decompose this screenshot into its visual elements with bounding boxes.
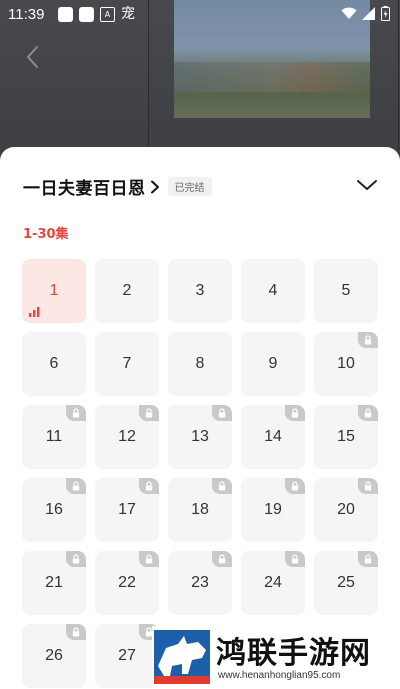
episode-number: 18 — [191, 501, 209, 518]
notification-icons: A 宠 — [58, 7, 135, 22]
lock-icon — [285, 551, 305, 567]
episode-number: 20 — [337, 501, 355, 518]
watermark-url: www.henanhonglian95.com — [218, 670, 341, 681]
episode-tile[interactable]: 1 — [22, 259, 86, 323]
episode-number: 6 — [49, 355, 59, 372]
episode-number: 21 — [45, 574, 63, 591]
back-arrow-icon[interactable] — [22, 42, 44, 72]
episode-tile[interactable]: 10 — [314, 332, 378, 396]
notification-icon — [79, 7, 94, 22]
lock-icon — [66, 405, 86, 421]
episode-tile[interactable]: 7 — [95, 332, 159, 396]
episode-tile[interactable]: 27 — [95, 624, 159, 688]
episode-number: 4 — [268, 282, 278, 299]
episode-number: 24 — [264, 574, 282, 591]
lock-icon — [358, 332, 378, 348]
lock-icon — [358, 551, 378, 567]
status-time: 11:39 — [8, 6, 45, 23]
episode-number: 9 — [268, 355, 278, 372]
wifi-icon — [341, 7, 357, 19]
series-title-row[interactable]: 一日夫妻百日恩 已完结 — [23, 174, 212, 199]
watermark-title: 鸿联手游网 — [216, 636, 371, 671]
episode-tile[interactable]: 9 — [241, 332, 305, 396]
signal-icon — [362, 7, 375, 20]
episode-number: 22 — [118, 574, 136, 591]
episode-tile[interactable]: 17 — [95, 478, 159, 542]
episode-number: 7 — [122, 355, 132, 372]
episode-number: 5 — [341, 282, 351, 299]
episode-grid: 1 2 3 4 5 6 7 8 9 10 11 12 13 14 15 16 17 18 19 20 21 22 23 24 2… — [22, 259, 378, 688]
episode-tile[interactable]: 18 — [168, 478, 232, 542]
notification-icon — [58, 7, 73, 22]
status-bar: 11:39 A 宠 — [0, 0, 400, 30]
episode-tile[interactable]: 8 — [168, 332, 232, 396]
episode-number: 16 — [45, 501, 63, 518]
watermark: 鸿联手游网 www.henanhonglian95.com — [152, 626, 400, 689]
episode-number: 26 — [45, 647, 63, 664]
episode-number: 12 — [118, 428, 136, 445]
episode-tile[interactable]: 22 — [95, 551, 159, 615]
episode-number: 13 — [191, 428, 209, 445]
episode-tile[interactable]: 13 — [168, 405, 232, 469]
lock-icon — [139, 405, 159, 421]
episode-tile[interactable]: 20 — [314, 478, 378, 542]
episode-sheet: 一日夫妻百日恩 已完结 1-30集 1 2 3 4 5 6 7 8 9 10 11 12 13 14 15 1… — [0, 147, 400, 689]
episode-number: 15 — [337, 428, 355, 445]
lock-icon — [212, 405, 232, 421]
lock-icon — [358, 405, 378, 421]
lock-icon — [212, 478, 232, 494]
lock-icon — [139, 478, 159, 494]
episode-tile[interactable]: 15 — [314, 405, 378, 469]
series-title[interactable]: 一日夫妻百日恩 — [23, 174, 146, 199]
lock-icon — [66, 478, 86, 494]
episode-number: 1 — [49, 282, 59, 299]
chevron-down-icon[interactable] — [356, 177, 378, 193]
battery-icon — [381, 6, 390, 21]
episode-tile[interactable]: 16 — [22, 478, 86, 542]
episode-tile[interactable]: 11 — [22, 405, 86, 469]
lock-icon — [66, 624, 86, 640]
episode-number: 14 — [264, 428, 282, 445]
episode-number: 17 — [118, 501, 136, 518]
episode-tile[interactable]: 12 — [95, 405, 159, 469]
episode-tile[interactable]: 4 — [241, 259, 305, 323]
lock-icon — [285, 478, 305, 494]
lock-icon — [358, 478, 378, 494]
episode-number: 27 — [118, 647, 136, 664]
episode-tile[interactable]: 26 — [22, 624, 86, 688]
episode-tile[interactable]: 24 — [241, 551, 305, 615]
episode-number: 23 — [191, 574, 209, 591]
episode-tile[interactable]: 14 — [241, 405, 305, 469]
lock-icon — [139, 551, 159, 567]
episode-range-tab[interactable]: 1-30集 — [23, 223, 69, 242]
episode-number: 2 — [122, 282, 132, 299]
episode-tile[interactable]: 2 — [95, 259, 159, 323]
app-glyph-icon: 宠 — [121, 6, 135, 22]
now-playing-icon — [29, 307, 40, 317]
episode-number: 25 — [337, 574, 355, 591]
system-icons — [341, 6, 390, 21]
episode-tile[interactable]: 3 — [168, 259, 232, 323]
lock-icon — [66, 551, 86, 567]
lock-icon — [212, 551, 232, 567]
episode-tile[interactable]: 23 — [168, 551, 232, 615]
app-badge-icon: A — [100, 7, 115, 22]
episode-number: 19 — [264, 501, 282, 518]
episode-number: 3 — [195, 282, 205, 299]
episode-tile[interactable]: 21 — [22, 551, 86, 615]
episode-number: 10 — [337, 355, 355, 372]
episode-number: 8 — [195, 355, 205, 372]
episode-tile[interactable]: 19 — [241, 478, 305, 542]
lock-icon — [285, 405, 305, 421]
episode-number: 11 — [45, 428, 63, 445]
episode-tile[interactable]: 5 — [314, 259, 378, 323]
bull-logo-icon — [154, 630, 210, 684]
episode-tile[interactable]: 6 — [22, 332, 86, 396]
episode-tile[interactable]: 25 — [314, 551, 378, 615]
chevron-right-icon[interactable] — [150, 180, 160, 194]
status-badge: 已完结 — [167, 177, 212, 196]
